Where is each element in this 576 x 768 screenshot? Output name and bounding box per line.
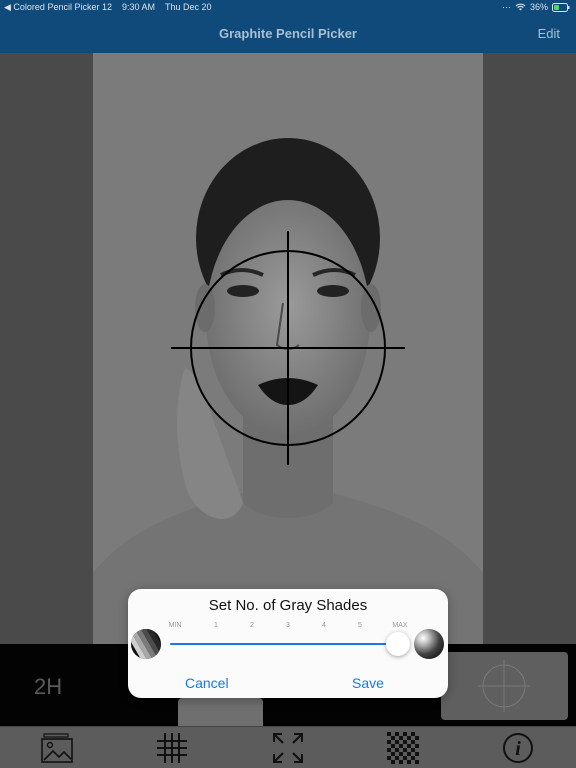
grid-icon[interactable] bbox=[155, 731, 189, 765]
expand-icon[interactable] bbox=[271, 731, 305, 765]
status-date: Thu Dec 20 bbox=[165, 2, 212, 12]
max-shades-icon bbox=[414, 629, 444, 659]
min-shades-icon bbox=[131, 629, 161, 659]
checkerboard-icon[interactable] bbox=[386, 731, 420, 765]
tick-max: MAX bbox=[392, 622, 408, 629]
portrait-photo[interactable] bbox=[93, 53, 483, 644]
tick-5: 5 bbox=[358, 622, 362, 629]
cancel-button[interactable]: Cancel bbox=[185, 675, 229, 691]
status-time: 9:30 AM bbox=[121, 2, 156, 12]
tick-1: 1 bbox=[214, 622, 218, 629]
crosshair-reticle[interactable] bbox=[93, 53, 483, 644]
save-button[interactable]: Save bbox=[352, 675, 384, 691]
image-library-icon[interactable] bbox=[40, 731, 74, 765]
pencil-grade-label: 2H bbox=[34, 674, 63, 699]
edit-button[interactable]: Edit bbox=[538, 26, 560, 41]
back-to-app-link[interactable]: ◀ Colored Pencil Picker 12 bbox=[4, 2, 112, 13]
page-title: Graphite Pencil Picker bbox=[218, 26, 357, 41]
tick-3: 3 bbox=[286, 622, 290, 629]
battery-percent: 36% bbox=[529, 2, 548, 12]
tick-4: 4 bbox=[322, 622, 326, 629]
wifi-icon bbox=[515, 3, 526, 11]
info-icon[interactable]: i bbox=[501, 731, 535, 765]
status-bar: ◀ Colored Pencil Picker 12 9:30 AM Thu D… bbox=[0, 0, 576, 16]
crosshair-preview[interactable] bbox=[441, 652, 568, 720]
image-stage bbox=[0, 53, 576, 644]
slider-tick-labels: MIN 1 2 3 4 5 MAX bbox=[168, 622, 408, 632]
shades-slider-thumb[interactable] bbox=[386, 632, 410, 656]
battery-icon bbox=[552, 2, 570, 12]
tick-2: 2 bbox=[250, 622, 254, 629]
tick-min: MIN bbox=[168, 622, 182, 629]
shades-slider-track[interactable] bbox=[170, 643, 398, 645]
cellular-dots-icon: ··· bbox=[501, 2, 511, 12]
svg-text:i: i bbox=[515, 738, 521, 760]
navigation-bar: Graphite Pencil Picker Edit bbox=[0, 16, 576, 53]
dialog-title: Set No. of Gray Shades bbox=[208, 597, 368, 614]
bottom-toolbar: i bbox=[0, 726, 576, 768]
